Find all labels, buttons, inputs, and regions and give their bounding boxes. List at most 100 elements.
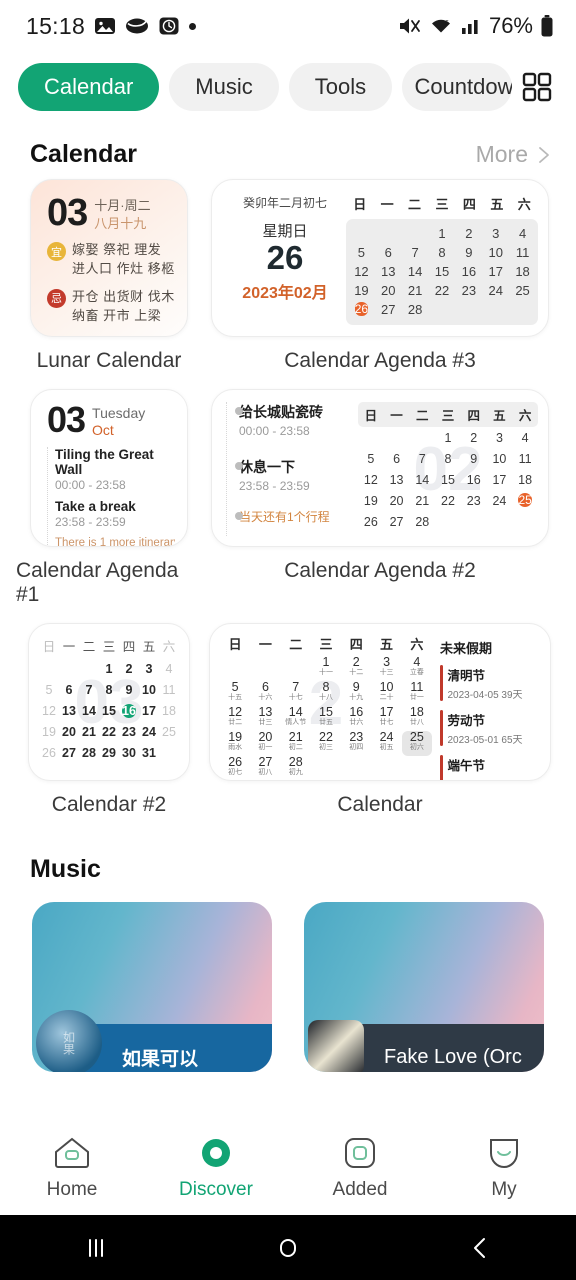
day-cell[interactable]: 12 廿二 xyxy=(220,705,250,731)
day-cell-selected[interactable]: 25 xyxy=(518,493,532,507)
day-cell[interactable]: 10 xyxy=(487,452,513,466)
day-cell[interactable]: 15 xyxy=(99,704,119,718)
day-cell[interactable]: 24 xyxy=(487,494,513,508)
day-cell[interactable]: 2 xyxy=(461,431,487,445)
day-cell[interactable]: 28 xyxy=(79,746,99,760)
day-cell[interactable]: 24 xyxy=(139,725,159,739)
day-cell[interactable]: 17 xyxy=(139,704,159,718)
day-cell[interactable]: 11 xyxy=(512,452,538,466)
calendar-agenda-3-card[interactable]: 癸卯年二月初七 星期日 26 2023年02月 日一二三四五六 12345678… xyxy=(211,179,549,337)
day-cell[interactable]: 4 xyxy=(159,662,179,676)
day-cell[interactable]: 21 xyxy=(402,283,429,298)
day-cell[interactable]: 26 xyxy=(39,746,59,760)
day-cell[interactable]: 28 初九 xyxy=(281,755,311,780)
day-cell[interactable]: 20 xyxy=(375,283,402,298)
day-cell[interactable]: 19 xyxy=(348,283,375,298)
day-cell[interactable]: 25 xyxy=(159,725,179,739)
day-cell[interactable]: 16 xyxy=(455,264,482,279)
day-cell[interactable]: 3 xyxy=(139,662,159,676)
day-cell[interactable]: 30 xyxy=(119,746,139,760)
nav-item-my[interactable]: My xyxy=(432,1134,576,1201)
day-cell[interactable]: 2 xyxy=(119,662,139,676)
day-cell[interactable]: 12 xyxy=(39,704,59,718)
day-cell[interactable]: 6 xyxy=(59,683,79,697)
day-cell-selected[interactable]: 26 xyxy=(354,302,369,316)
day-cell[interactable]: 3 xyxy=(482,226,509,241)
day-cell[interactable]: 14 情人节 xyxy=(281,705,311,731)
day-cell[interactable]: 5 xyxy=(39,683,59,697)
music-card[interactable]: Fake Love (Orc xyxy=(304,902,544,1072)
day-cell[interactable]: 19 xyxy=(39,725,59,739)
day-cell[interactable]: 11 廿一 xyxy=(402,680,432,706)
day-cell[interactable]: 10 二十 xyxy=(371,680,401,706)
day-cell[interactable]: 19 雨水 xyxy=(220,730,250,756)
back-icon[interactable] xyxy=(384,1231,576,1265)
day-cell[interactable]: 10 xyxy=(482,245,509,260)
day-cell[interactable]: 4 xyxy=(509,226,536,241)
day-cell[interactable]: 28 xyxy=(402,302,429,317)
day-cell[interactable]: 1 xyxy=(429,226,456,241)
day-cell[interactable]: 18 廿八 xyxy=(402,705,432,731)
calendar-holiday-card[interactable]: 2 日一二三四五六 1 十一 2 十二 3 十三 4 立春 5 十五 6 十六 7 十七 8 十八 9 十九 10 二… xyxy=(209,623,551,781)
recents-icon[interactable] xyxy=(0,1231,192,1265)
day-cell[interactable]: 14 xyxy=(402,264,429,279)
music-player-bar[interactable]: 如果 如果可以 xyxy=(36,1010,272,1072)
day-cell[interactable]: 15 xyxy=(429,264,456,279)
widget-calendar-2[interactable]: 03 日一二三四五六 1 2 3 4 5 6 7 8 9 10 11 12 13 14 15 16 17 18 19… xyxy=(16,623,202,833)
day-cell[interactable]: 9 xyxy=(461,452,487,466)
day-cell[interactable]: 9 十九 xyxy=(341,680,371,706)
day-cell[interactable]: 26 xyxy=(348,301,375,318)
day-cell[interactable]: 25 xyxy=(509,283,536,298)
day-cell[interactable]: 23 xyxy=(461,494,487,508)
day-cell[interactable]: 16 xyxy=(119,701,139,721)
day-cell[interactable]: 7 xyxy=(79,683,99,697)
day-cell[interactable]: 18 xyxy=(159,704,179,718)
tab-calendar[interactable]: Calendar xyxy=(18,63,160,111)
day-cell[interactable]: 20 xyxy=(384,494,410,508)
day-cell[interactable]: 23 初四 xyxy=(341,730,371,756)
day-cell[interactable]: 6 xyxy=(375,245,402,260)
day-cell[interactable]: 11 xyxy=(159,683,179,697)
music-card[interactable]: 如果 如果可以 xyxy=(32,902,272,1072)
day-cell[interactable]: 28 xyxy=(409,515,435,529)
lunar-calendar-card[interactable]: 03 十月·周二 八月十九 宜 嫁娶 祭祀 理发 进人口 作灶 移柩 忌 开仓 … xyxy=(30,179,188,337)
day-cell[interactable]: 27 xyxy=(59,746,79,760)
day-cell[interactable]: 8 xyxy=(435,452,461,466)
widget-lunar-calendar[interactable]: 03 十月·周二 八月十九 宜 嫁娶 祭祀 理发 进人口 作灶 移柩 忌 开仓 … xyxy=(16,179,202,389)
day-cell[interactable]: 26 初七 xyxy=(220,755,250,780)
day-cell[interactable]: 22 xyxy=(435,494,461,508)
day-cell[interactable]: 12 xyxy=(358,473,384,487)
day-cell[interactable]: 1 xyxy=(99,662,119,676)
day-cell[interactable]: 11 xyxy=(509,245,536,260)
day-cell[interactable]: 1 十一 xyxy=(311,655,341,681)
day-cell[interactable]: 13 xyxy=(59,704,79,718)
day-cell[interactable]: 16 廿六 xyxy=(341,705,371,731)
day-cell-selected[interactable]: 25 初六 xyxy=(401,730,432,756)
day-cell[interactable]: 2 十二 xyxy=(341,655,371,681)
day-cell[interactable]: 4 立春 xyxy=(402,655,432,681)
widget-calendar-agenda-1[interactable]: 03 Tuesday Oct Tiling the Great Wall 00:… xyxy=(16,389,202,623)
tab-tools[interactable]: Tools xyxy=(288,63,393,111)
day-cell[interactable]: 22 xyxy=(429,283,456,298)
day-cell[interactable]: 27 初八 xyxy=(250,755,280,780)
day-cell[interactable]: 3 十三 xyxy=(371,655,401,681)
day-cell[interactable]: 18 xyxy=(509,264,536,279)
day-cell[interactable]: 14 xyxy=(79,704,99,718)
home-icon[interactable] xyxy=(192,1231,384,1265)
day-cell[interactable]: 2 xyxy=(455,226,482,241)
widget-calendar-agenda-2[interactable]: 给长城贴瓷砖 00:00 - 23:58 休息一下 23:58 - 23:59 … xyxy=(202,389,558,599)
day-cell[interactable]: 10 xyxy=(139,683,159,697)
day-cell[interactable]: 3 xyxy=(487,431,513,445)
day-cell[interactable]: 17 廿七 xyxy=(371,705,401,731)
nav-item-discover[interactable]: Discover xyxy=(144,1134,288,1201)
day-cell[interactable]: 20 初一 xyxy=(250,730,280,756)
day-cell[interactable]: 1 xyxy=(435,431,461,445)
day-cell[interactable]: 8 xyxy=(429,245,456,260)
grid-icon[interactable] xyxy=(522,72,552,102)
day-cell[interactable]: 27 xyxy=(384,515,410,529)
day-cell[interactable]: 17 xyxy=(482,264,509,279)
day-cell[interactable]: 22 初三 xyxy=(311,730,341,756)
day-cell[interactable]: 7 xyxy=(402,245,429,260)
tab-countdown[interactable]: Countdown xyxy=(402,63,513,111)
day-cell[interactable]: 5 xyxy=(348,245,375,260)
